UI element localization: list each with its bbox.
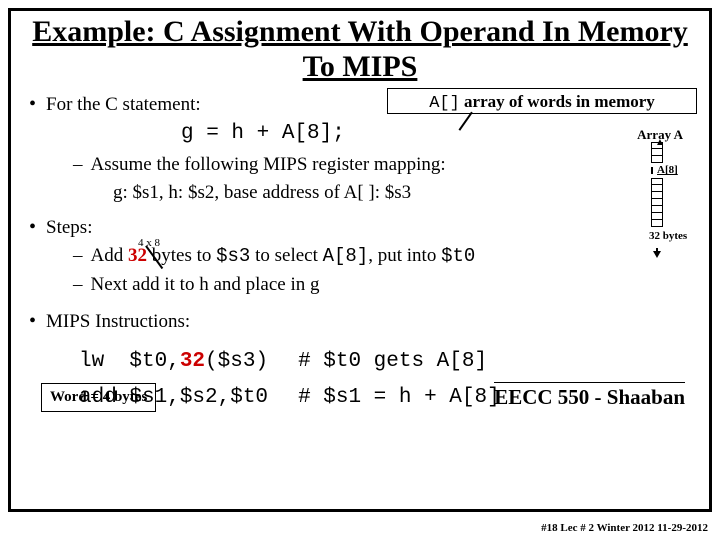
bytes-label: 32 bytes [649,229,691,244]
slide-subfooter: #18 Lec # 2 Winter 2012 11-29-2012 [541,522,708,534]
bullet-assume: – Assume the following MIPS register map… [21,152,699,178]
bullet-steps: • Steps: [21,215,699,241]
content-area: • For the C statement: A[] array of word… [21,84,699,418]
callout-rest: array of words in memory [460,92,655,111]
bullet-icon: • [29,92,46,118]
bullet-icon: • [29,215,46,241]
steps-label: Steps: [46,215,92,241]
memory-diagram: ▲ A[8] 32 bytes [647,142,691,256]
dash-icon: – [73,243,91,270]
assume-text: Assume the following MIPS register mappi… [91,152,446,178]
callout-array-words: A[] array of words in memory [387,88,697,114]
bullet-mips: • MIPS Instructions: [21,309,699,335]
dash-icon: – [73,152,91,178]
arrow-up-icon: ▲ [655,136,665,150]
mapping-text: g: $s1, h: $s2, base address of A[ ]: $s… [113,180,411,206]
step-add-32: – Add 32 bytes to $s3 to select A[8], pu… [21,243,699,270]
word-4-bytes-box: Word = 4 bytes [41,383,156,411]
register-mapping: g: $s1, h: $s2, base address of A[ ]: $s… [21,180,699,206]
course-footer: EECC 550 - Shaaban [494,382,685,411]
dash-icon: – [73,272,91,298]
callout-code: A[] [429,94,460,113]
mips-comment: # $t0 gets A[8] [298,345,528,379]
code-expression: g = h + A[8]; [181,120,699,148]
slide-title: Example: C Assignment With Operand In Me… [21,15,699,84]
bullet-text: For the C statement: [46,92,201,118]
mips-instr: lw $t0,32($s3) [79,345,296,379]
table-row: lw $t0,32($s3) # $t0 gets A[8] [79,345,528,379]
step2-text: Next add it to h and place in g [91,272,320,298]
bullet-icon: • [29,309,46,335]
memory-column: A[8] [651,142,663,227]
slide: Example: C Assignment With Operand In Me… [8,8,712,512]
mips-label: MIPS Instructions: [46,309,190,335]
a8-label: A[8] [657,163,678,178]
arrow-down-icon [653,251,661,258]
step-next-add: – Next add it to h and place in g [21,272,699,298]
